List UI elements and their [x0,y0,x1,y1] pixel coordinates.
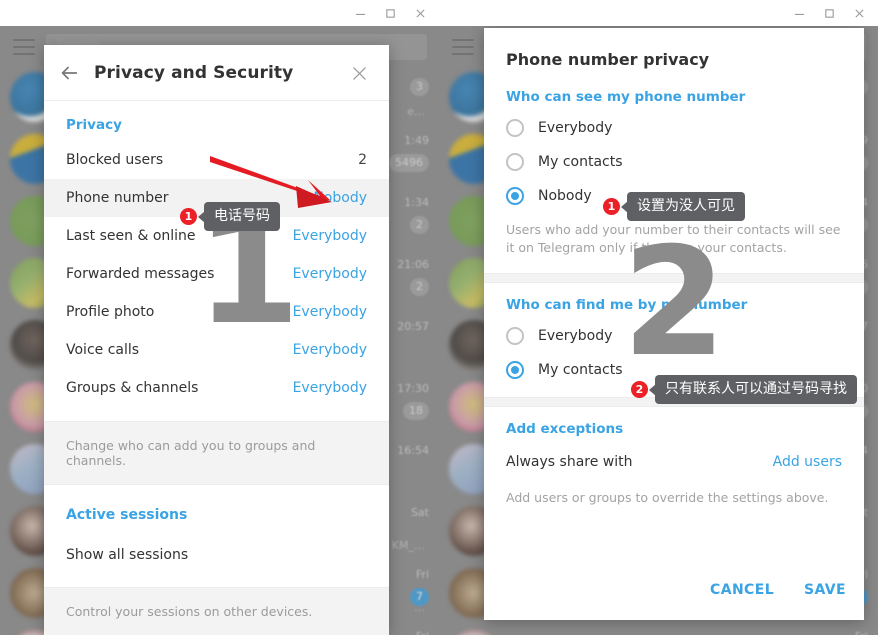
show-all-sessions-link[interactable]: Show all sessions [44,535,389,575]
row-label: Phone number [66,190,169,206]
row-label: Voice calls [66,342,140,358]
row-forwarded-messages[interactable]: Forwarded messages Everybody [44,255,389,293]
radio-icon[interactable] [506,327,524,346]
left-titlebar [0,0,439,26]
find-section-label: Who can find me by my number [506,297,748,314]
annotation-step-1: 1 电话号码 [180,202,280,231]
left-window: Search 3 e… 1:495496 1:342 21 [0,0,439,635]
annotation-tooltip: 只有联系人可以通过号码寻找 [655,375,857,404]
exceptions-note: Add users or groups to override the sett… [506,490,829,506]
cancel-button[interactable]: CANCEL [710,582,774,598]
dialog-header: Privacy and Security [44,45,389,101]
radio-see-everybody[interactable]: Everybody [484,111,864,145]
row-value: 2 [358,152,367,168]
minimize-icon[interactable] [784,0,814,26]
see-section-label: Who can see my phone number [506,89,746,105]
row-voice-calls[interactable]: Voice calls Everybody [44,331,389,369]
phone-number-privacy-dialog: Phone number privacy Who can see my phon… [484,28,864,620]
active-sessions-link[interactable]: Active sessions [44,495,389,535]
row-groups-channels[interactable]: Groups & channels Everybody [44,369,389,407]
add-exceptions-label[interactable]: Add exceptions [484,407,864,443]
row-value: Nobody [313,190,367,206]
annotation-step-2-right: 2 只有联系人可以通过号码寻找 [631,375,857,404]
step-badge: 1 [603,198,620,215]
row-value: Everybody [292,266,367,282]
radio-icon[interactable] [506,153,524,171]
right-window: 3 1:495496 1:342 21:062 20:57 [439,0,878,635]
radio-icon[interactable] [506,119,524,137]
privacy-and-security-dialog: Privacy and Security Privacy Blocked use… [44,45,389,635]
page-title: Privacy and Security [94,62,294,83]
row-blocked-users[interactable]: Blocked users 2 [44,141,389,179]
close-icon[interactable] [844,0,874,26]
row-label: Last seen & online [66,228,196,244]
radio-label: Everybody [538,120,613,136]
row-value: Everybody [292,228,367,244]
row-label: Blocked users [66,152,164,168]
section-divider [484,273,864,284]
row-value: Everybody [292,342,367,358]
annotation-step-1-right: 1 设置为没人可见 [603,192,745,221]
annotation-tooltip: 电话号码 [204,202,280,231]
annotation-tooltip: 设置为没人可见 [627,192,745,221]
radio-label: My contacts [538,362,623,379]
radio-label: My contacts [538,154,623,170]
close-icon[interactable] [341,45,377,101]
radio-find-everybody[interactable]: Everybody [484,319,864,353]
dialog-footer: CANCEL SAVE [710,582,846,598]
groups-note: Change who can add you to groups and cha… [44,421,389,485]
radio-label: Everybody [538,328,613,345]
radio-icon-selected[interactable] [506,361,524,380]
radio-icon-selected[interactable] [506,187,524,205]
always-share-with-row[interactable]: Always share with Add users [484,443,864,481]
screenshot-root: Search 3 e… 1:495496 1:342 21 [0,0,878,635]
see-note: Users who add your number to their conta… [506,222,841,256]
always-share-label: Always share with [506,454,633,471]
minimize-icon[interactable] [345,0,375,26]
dialog-title: Phone number privacy [506,50,710,69]
add-users-button[interactable]: Add users [773,454,842,470]
arrow-left-icon[interactable] [44,45,94,101]
save-button[interactable]: SAVE [804,582,846,598]
row-label: Groups & channels [66,380,199,396]
right-titlebar [439,0,878,26]
maximize-icon[interactable] [375,0,405,26]
row-label: Profile photo [66,304,155,320]
privacy-section-label: Privacy [66,117,122,133]
maximize-icon[interactable] [814,0,844,26]
row-profile-photo[interactable]: Profile photo Everybody [44,293,389,331]
step-badge: 1 [180,208,197,225]
close-icon[interactable] [405,0,435,26]
sessions-note: Control your sessions on other devices. [44,587,389,635]
row-label: Forwarded messages [66,266,215,282]
row-value: Everybody [292,380,367,396]
row-value: Everybody [292,304,367,320]
radio-see-my-contacts[interactable]: My contacts [484,145,864,179]
step-badge: 2 [631,381,648,398]
radio-label: Nobody [538,188,592,204]
